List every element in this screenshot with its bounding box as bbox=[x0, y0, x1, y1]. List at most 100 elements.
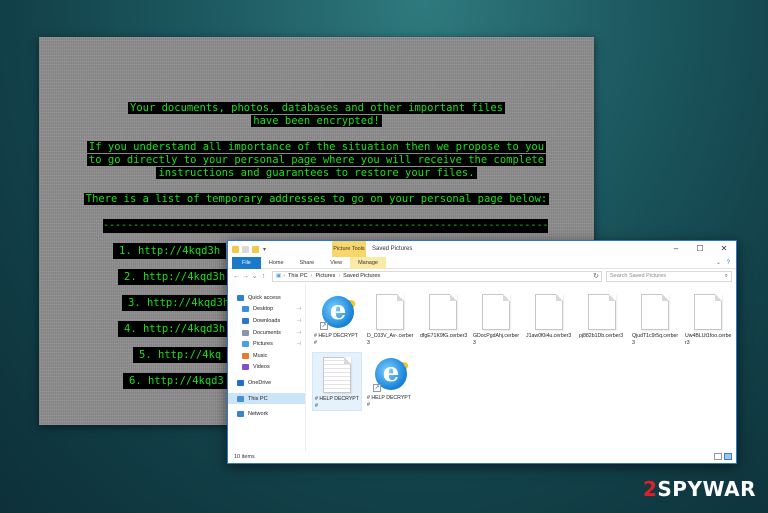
nav-item-label: Downloads bbox=[253, 317, 281, 324]
file-icon bbox=[429, 294, 457, 330]
nav-item-videos[interactable]: Videos bbox=[228, 362, 305, 374]
file-tile[interactable]: dfgE71K9fG.cerber3 bbox=[418, 290, 468, 340]
note-line: There is a list of temporary addresses t… bbox=[83, 193, 550, 205]
computer-icon bbox=[237, 395, 244, 402]
nav-item-label: Videos bbox=[253, 364, 270, 371]
star-icon bbox=[237, 294, 244, 301]
back-arrow-icon[interactable]: ← bbox=[232, 273, 241, 280]
file-name: GDocPgdAhj.cerber3 bbox=[473, 333, 520, 346]
tab-file[interactable]: File bbox=[232, 256, 261, 269]
file-name: Uw4BLUt1foo.cerber3 bbox=[685, 333, 732, 346]
file-icon bbox=[482, 294, 510, 330]
nav-item-label: OneDrive bbox=[248, 379, 272, 386]
file-tile[interactable]: QjudT1c9r5q.cerber3 bbox=[630, 290, 680, 347]
file-tile[interactable]: # HELP DECRYPT # bbox=[312, 352, 362, 411]
nav-item-quick-access[interactable]: Quick access bbox=[228, 292, 305, 304]
file-tile[interactable]: e ↗ # HELP DECRYPT # bbox=[312, 290, 362, 347]
search-input[interactable]: Search Saved Pictures ⌕ bbox=[606, 270, 732, 282]
download-icon bbox=[242, 317, 249, 324]
nav-item-music[interactable]: Music bbox=[228, 350, 305, 362]
tab-home[interactable]: Home bbox=[261, 257, 292, 269]
pictures-folder-icon: ▣ bbox=[276, 273, 282, 279]
file-tile[interactable]: Uw4BLUt1foo.cerber3 bbox=[683, 290, 733, 347]
note-line: If you understand all importance of the … bbox=[86, 141, 547, 153]
item-count: 10 items bbox=[234, 454, 255, 460]
title-bar: ▾ Picture Tools Saved Pictures – ☐ ✕ bbox=[228, 241, 736, 257]
nav-item-this-pc[interactable]: This PC bbox=[228, 392, 305, 405]
file-tile[interactable]: e ↗ # HELP DECRYPT # bbox=[365, 352, 415, 409]
file-icon bbox=[694, 294, 722, 330]
refresh-icon[interactable]: ↻ bbox=[593, 272, 599, 281]
large-icons-view-icon[interactable] bbox=[724, 453, 732, 460]
file-name: dfgE71K9fG.cerber3 bbox=[420, 333, 468, 339]
file-tile[interactable]: GDocPgdAhj.cerber3 bbox=[471, 290, 521, 347]
note-line: instructions and guarantees to restore y… bbox=[156, 167, 477, 179]
tab-manage[interactable]: Manage bbox=[350, 256, 386, 269]
file-icon bbox=[535, 294, 563, 330]
address-bar-row: ← → ⌄ ↑ ▣ › This PC › Pictures › Saved P… bbox=[228, 269, 736, 283]
note-url-5: 5. http://4kq bbox=[133, 347, 228, 363]
new-folder-icon[interactable] bbox=[252, 245, 259, 253]
brand-watermark: 2SPYWAR bbox=[642, 477, 756, 501]
pin-icon: ⊣ bbox=[296, 329, 301, 336]
nav-item-documents[interactable]: Documents ⊣ bbox=[228, 327, 305, 339]
close-button[interactable]: ✕ bbox=[712, 241, 736, 257]
note-url-1: 1. http://4kqd3h bbox=[113, 243, 227, 259]
breadcrumb-saved-pictures[interactable]: Saved Pictures bbox=[343, 273, 380, 279]
window-title: Saved Pictures bbox=[372, 246, 413, 252]
file-explorer-window: ▾ Picture Tools Saved Pictures – ☐ ✕ Fil… bbox=[227, 240, 737, 464]
file-icon bbox=[588, 294, 616, 330]
up-arrow-icon[interactable]: ↑ bbox=[259, 273, 268, 280]
file-tile[interactable]: pj882b1Db.cerber3 bbox=[577, 290, 627, 340]
tab-view[interactable]: View bbox=[322, 257, 350, 269]
file-tile[interactable]: J1aw0f0i4u.cerber3 bbox=[524, 290, 574, 340]
status-bar: 10 items bbox=[228, 451, 736, 463]
documents-icon bbox=[242, 329, 249, 336]
nav-item-desktop[interactable]: Desktop ⊣ bbox=[228, 304, 305, 316]
note-line: to go directly to your personal page whe… bbox=[86, 154, 547, 166]
tab-share[interactable]: Share bbox=[292, 257, 323, 269]
help-icon[interactable]: ? bbox=[727, 260, 730, 266]
nav-item-label: Desktop bbox=[253, 306, 274, 313]
nav-item-label: Pictures bbox=[253, 341, 273, 348]
customize-toolbar-icon[interactable]: ▾ bbox=[263, 246, 266, 253]
note-url-3: 3. http://4kqd3h bbox=[122, 295, 236, 311]
forward-arrow-icon[interactable]: → bbox=[241, 273, 250, 280]
file-tile[interactable]: D_C03V_Av-.cerber3 bbox=[365, 290, 415, 347]
nav-item-pictures[interactable]: Pictures ⊣ bbox=[228, 338, 305, 350]
nav-item-downloads[interactable]: Downloads ⊣ bbox=[228, 315, 305, 327]
expand-ribbon-icon[interactable]: ⌄ bbox=[716, 260, 721, 266]
maximize-button[interactable]: ☐ bbox=[688, 241, 712, 257]
note-line: Your documents, photos, databases and ot… bbox=[128, 102, 505, 114]
nav-item-network[interactable]: Network bbox=[228, 408, 305, 420]
file-icon bbox=[376, 294, 404, 330]
file-name: pj882b1Db.cerber3 bbox=[579, 333, 624, 339]
breadcrumb-pictures[interactable]: Pictures bbox=[315, 273, 335, 279]
nav-item-onedrive[interactable]: OneDrive bbox=[228, 377, 305, 389]
address-bar[interactable]: ▣ › This PC › Pictures › Saved Pictures … bbox=[272, 270, 602, 282]
nav-item-label: Music bbox=[253, 352, 268, 359]
recent-locations-icon[interactable]: ⌄ bbox=[250, 272, 259, 280]
minimize-button[interactable]: – bbox=[664, 241, 688, 257]
details-view-icon[interactable] bbox=[714, 453, 722, 460]
nav-item-label: Quick access bbox=[248, 294, 281, 301]
note-line: have been encrypted! bbox=[251, 115, 382, 127]
nav-item-label: Network bbox=[248, 411, 269, 418]
network-icon bbox=[237, 411, 244, 418]
breadcrumb-this-pc[interactable]: This PC bbox=[288, 273, 308, 279]
pin-icon: ⊣ bbox=[296, 317, 301, 324]
note-url-4: 4. http://4kqd3h bbox=[118, 321, 232, 337]
search-icon: ⌕ bbox=[724, 272, 728, 279]
text-document-icon bbox=[323, 357, 351, 393]
desktop-icon bbox=[242, 306, 249, 313]
picture-tools-tab[interactable]: Picture Tools bbox=[332, 241, 366, 257]
file-name: # HELP DECRYPT # bbox=[315, 396, 359, 409]
internet-explorer-icon: e ↗ bbox=[317, 294, 359, 330]
nav-item-label: This PC bbox=[248, 395, 268, 402]
nav-item-label: Documents bbox=[253, 329, 281, 336]
properties-icon[interactable] bbox=[242, 245, 249, 253]
file-list: e ↗ # HELP DECRYPT # D_C03V_Av-.cerber3 dfgE… bbox=[306, 284, 736, 451]
file-name: # HELP DECRYPT # bbox=[367, 395, 411, 408]
pin-icon: ⊣ bbox=[296, 341, 301, 348]
file-name: J1aw0f0i4u.cerber3 bbox=[526, 333, 572, 339]
